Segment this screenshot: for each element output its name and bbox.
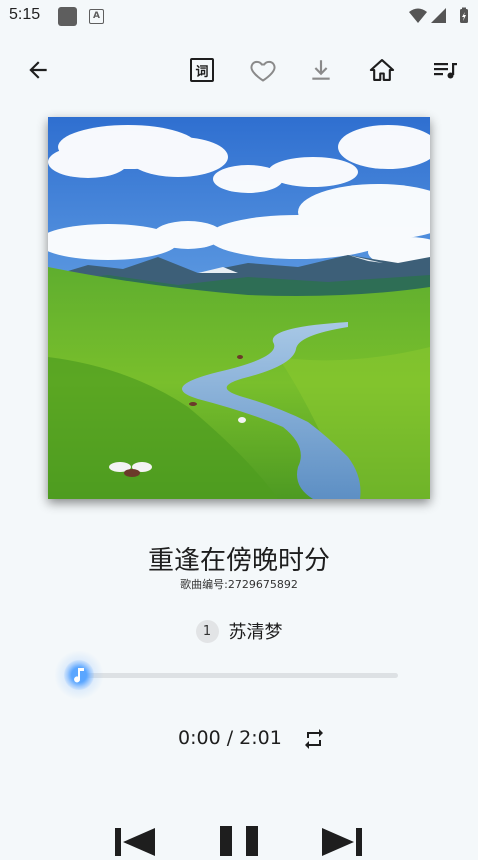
notification-a-icon: A [89,9,104,24]
status-icons [408,7,470,25]
home-button[interactable] [367,55,397,85]
artist-index-badge: 1 [195,619,219,643]
notification-square-icon [58,7,77,26]
status-bar: 5:15 A [0,0,478,34]
arrow-left-icon [29,61,47,79]
heart-outline-icon [250,60,276,82]
repeat-icon [305,729,323,749]
playlist-button[interactable] [430,55,462,85]
previous-button[interactable] [113,826,157,856]
skip-previous-icon [115,828,155,856]
skip-next-icon [322,828,362,856]
artist-name[interactable]: 苏清梦 [229,618,283,644]
status-time: 5:15 [9,6,41,23]
pause-icon [220,826,258,856]
pause-button[interactable] [218,826,260,856]
repeat-button[interactable] [300,726,328,752]
signal-icon [431,8,446,23]
battery-icon [460,7,468,23]
download-button[interactable] [306,55,336,85]
seek-bar-track[interactable] [78,673,398,678]
seek-thumb[interactable] [64,660,94,690]
queue-music-icon [434,63,457,79]
back-button[interactable] [22,54,54,86]
album-cover [48,117,430,499]
home-icon [369,59,395,81]
album-art-image [48,117,430,499]
lyrics-icon: 词 [190,58,214,82]
artist-row[interactable]: 1 苏清梦 [0,618,478,644]
song-id: 歌曲编号:2729675892 [180,578,298,591]
favorite-button[interactable] [248,55,278,85]
music-note-icon [74,668,84,683]
next-button[interactable] [320,826,364,856]
download-icon [312,60,330,80]
song-title: 重逢在傍晚时分 [147,546,330,576]
wifi-icon [409,8,427,23]
time-display: 0:00 / 2:01 [178,727,282,749]
lyrics-button[interactable]: 词 [189,57,215,83]
